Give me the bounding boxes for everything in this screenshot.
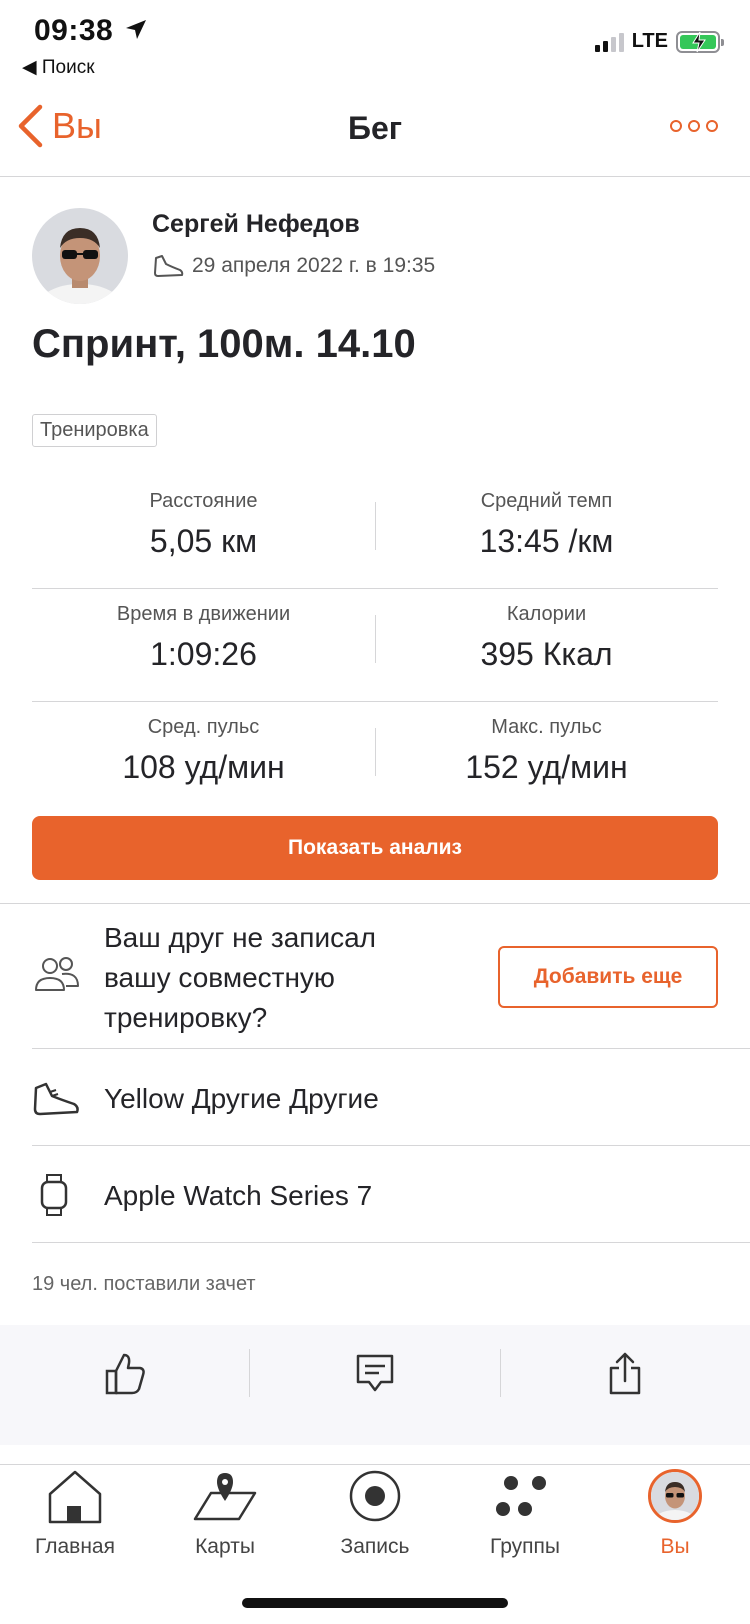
stat-value: 108 уд/мин	[122, 749, 285, 785]
battery-charging-icon	[676, 30, 724, 53]
activity-date: 29 апреля 2022 г. в 19:35	[192, 254, 436, 277]
thumbs-up-icon	[105, 1353, 145, 1395]
stat-label: Макс. пульс	[491, 716, 602, 738]
stat-label: Расстояние	[149, 490, 258, 512]
kudos-button[interactable]	[0, 1349, 249, 1397]
tab-home[interactable]: Главная	[0, 1465, 150, 1575]
share-button[interactable]	[499, 1349, 750, 1397]
tab-label: Главная	[35, 1535, 115, 1558]
action-bar	[0, 1325, 750, 1421]
map-icon	[193, 1473, 257, 1521]
tab-bar: Главная Карты Запись Группы Вы	[0, 1465, 750, 1575]
gear-shoes[interactable]: Yellow Другие Другие	[104, 1083, 379, 1115]
more-options-icon[interactable]	[670, 120, 718, 132]
people-icon	[35, 957, 79, 991]
header-divider	[0, 176, 750, 177]
row-divider	[32, 1145, 750, 1146]
tab-label: Карты	[195, 1535, 255, 1558]
record-icon	[349, 1470, 401, 1522]
row-divider	[32, 1242, 750, 1243]
athlete-avatar[interactable]	[32, 208, 128, 304]
section-divider	[0, 903, 750, 904]
activity-meta: 29 апреля 2022 г. в 19:35	[152, 252, 435, 280]
home-icon	[48, 1470, 102, 1524]
stat-value: 395 Ккал	[480, 636, 613, 672]
stats-row: Сред. пульс 108 уд/мин Макс. пульс 152 у…	[32, 702, 718, 815]
tab-you[interactable]: Вы	[600, 1465, 750, 1575]
feed-spacer	[0, 1421, 750, 1445]
stats-row: Время в движении 1:09:26 Калории 395 Кка…	[32, 589, 718, 702]
page-title: Бег	[347, 110, 403, 146]
kudos-count[interactable]: 19 чел. поставили зачет	[32, 1273, 256, 1296]
stat-max-heart-rate: Макс. пульс 152 уд/мин	[375, 702, 718, 815]
activity-title: Спринт, 100м. 14.10	[32, 322, 416, 366]
stats-row: Расстояние 5,05 км Средний темп 13:45 /к…	[32, 476, 718, 589]
tab-label: Вы	[660, 1535, 690, 1558]
tab-maps[interactable]: Карты	[150, 1465, 300, 1575]
athlete-name[interactable]: Сергей Нефедов	[152, 210, 360, 239]
stat-average-heart-rate: Сред. пульс 108 уд/мин	[32, 702, 375, 815]
status-back-to-app[interactable]: ◀ Поиск	[22, 56, 95, 79]
network-type: LTE	[631, 30, 668, 52]
row-divider	[32, 1048, 750, 1049]
stat-label: Время в движении	[116, 603, 291, 625]
status-time: 09:38	[34, 14, 114, 47]
stat-label: Средний темп	[480, 490, 613, 512]
stat-value: 1:09:26	[150, 636, 257, 672]
tab-label: Группы	[490, 1535, 560, 1558]
friend-prompt-text: Ваш друг не записал вашу совместную трен…	[104, 922, 377, 1033]
cellular-signal-icon	[594, 32, 624, 52]
gear-device[interactable]: Apple Watch Series 7	[104, 1180, 372, 1212]
share-icon	[610, 1352, 641, 1395]
stat-distance: Расстояние 5,05 км	[32, 476, 375, 588]
comment-icon	[356, 1354, 394, 1392]
groups-icon	[496, 1476, 546, 1516]
stat-value: 13:45 /км	[479, 523, 614, 559]
shoe-icon	[154, 255, 184, 277]
stat-moving-time: Время в движении 1:09:26	[32, 589, 375, 701]
tab-record[interactable]: Запись	[300, 1465, 450, 1575]
activity-stats: Расстояние 5,05 км Средний темп 13:45 /к…	[32, 476, 718, 815]
profile-avatar	[648, 1469, 702, 1523]
show-analysis-button[interactable]: Показать анализ	[32, 816, 718, 880]
add-more-button[interactable]: Добавить еще	[498, 946, 718, 1008]
stat-calories: Калории 395 Ккал	[375, 589, 718, 701]
tab-label: Запись	[340, 1535, 410, 1558]
tab-groups[interactable]: Группы	[450, 1465, 600, 1575]
stat-label: Сред. пульс	[147, 716, 260, 738]
stat-label: Калории	[506, 603, 587, 625]
stat-average-pace: Средний темп 13:45 /км	[375, 476, 718, 588]
home-indicator[interactable]	[242, 1598, 508, 1608]
workout-type-tag: Тренировка	[32, 414, 157, 447]
stat-value: 5,05 км	[149, 523, 258, 559]
comment-button[interactable]	[249, 1349, 499, 1397]
shoe-icon	[33, 1082, 79, 1116]
status-indicators: LTE	[594, 30, 724, 53]
location-arrow-icon	[126, 20, 146, 39]
watch-icon	[40, 1174, 68, 1216]
stat-value: 152 уд/мин	[465, 749, 628, 785]
